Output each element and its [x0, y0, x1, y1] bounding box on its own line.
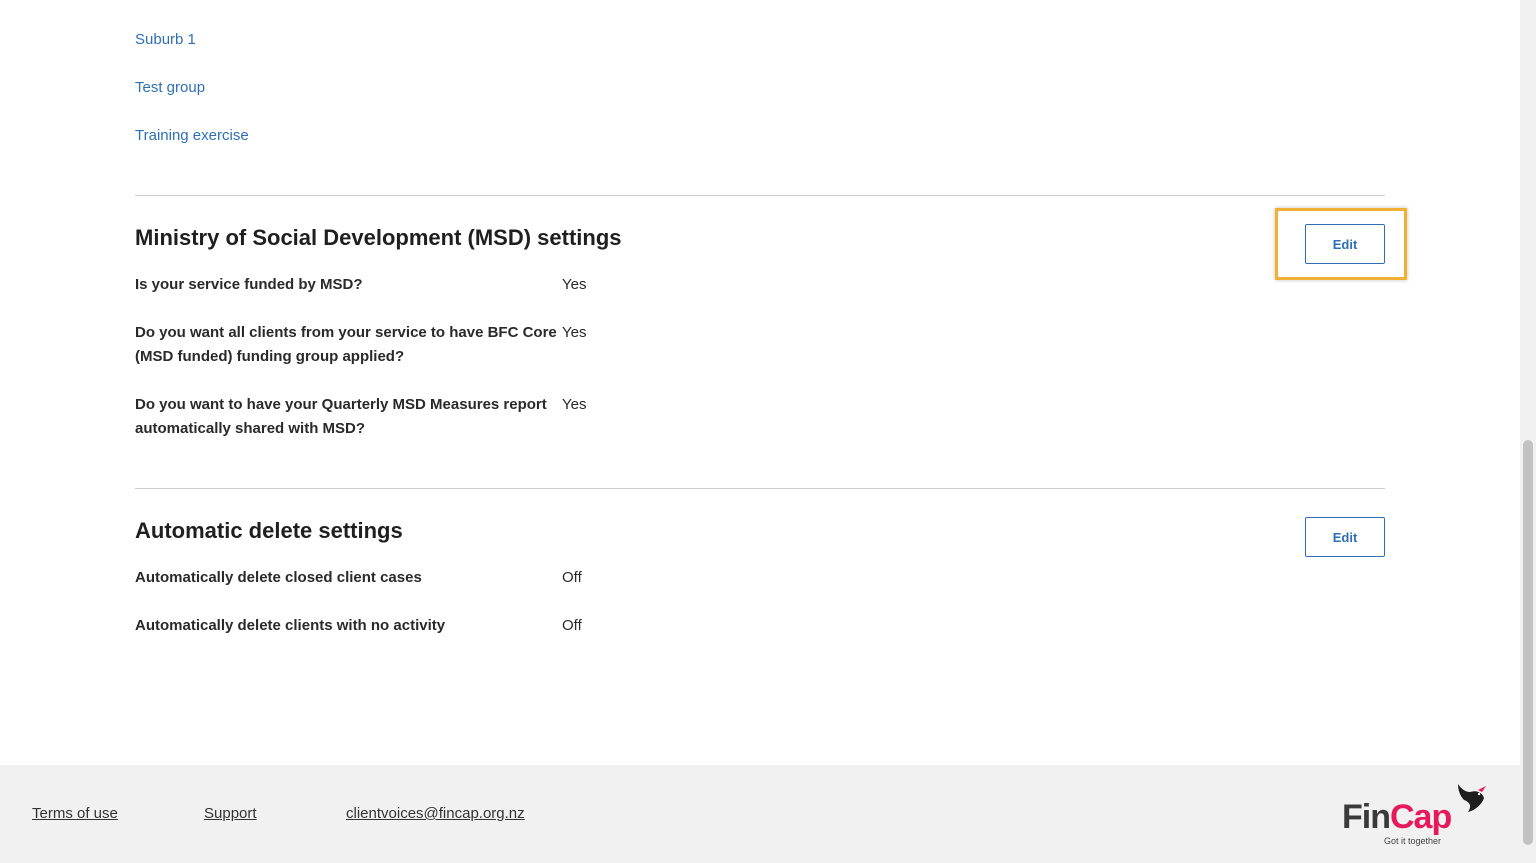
group-link-training-exercise[interactable]: Training exercise [135, 124, 249, 172]
auto-delete-settings-title: Automatic delete settings [135, 518, 403, 543]
terms-of-use-link[interactable]: Terms of use [32, 805, 118, 822]
msd-row-quarterly-report: Do you want to have your Quarterly MSD M… [135, 393, 655, 441]
bird-icon [1458, 784, 1486, 812]
group-links: Suburb 1 Test group Training exercise [135, 28, 249, 172]
msd-edit-button[interactable]: Edit [1305, 224, 1385, 264]
group-link-suburb-1[interactable]: Suburb 1 [135, 28, 249, 76]
msd-answer: Yes [562, 396, 587, 413]
msd-settings-title: Ministry of Social Development (MSD) set… [135, 225, 622, 250]
logo-fin: Fin [1342, 798, 1391, 836]
logo-cap: Cap [1389, 798, 1452, 836]
auto-delete-row-no-activity: Automatically delete clients with no act… [135, 614, 655, 638]
logo-wordmark: FinCap [1342, 798, 1452, 837]
section-divider [135, 488, 1385, 489]
settings-page: Suburb 1 Test group Training exercise Mi… [0, 0, 1520, 863]
fincap-logo[interactable]: FinCap Got it together [1340, 780, 1490, 850]
vertical-scrollbar[interactable] [1520, 0, 1536, 863]
msd-answer: Yes [562, 276, 587, 293]
section-divider [135, 195, 1385, 196]
auto-delete-edit-button[interactable]: Edit [1305, 517, 1385, 557]
group-link-test-group[interactable]: Test group [135, 76, 249, 124]
msd-question: Is your service funded by MSD? [135, 276, 363, 293]
msd-question: Do you want all clients from your servic… [135, 324, 557, 365]
msd-row-bfc-core: Do you want all clients from your servic… [135, 321, 655, 369]
auto-delete-answer: Off [562, 617, 582, 634]
support-link[interactable]: Support [204, 805, 257, 822]
msd-row-funded: Is your service funded by MSD? Yes [135, 273, 655, 297]
scrollbar-thumb[interactable] [1523, 440, 1533, 845]
auto-delete-row-closed-cases: Automatically delete closed client cases… [135, 566, 655, 590]
email-link[interactable]: clientvoices@fincap.org.nz [346, 805, 525, 822]
footer: Terms of use Support clientvoices@fincap… [0, 765, 1520, 863]
msd-question: Do you want to have your Quarterly MSD M… [135, 396, 547, 437]
msd-answer: Yes [562, 324, 587, 341]
auto-delete-answer: Off [562, 569, 582, 586]
logo-tagline: Got it together [1384, 836, 1442, 846]
auto-delete-question: Automatically delete clients with no act… [135, 617, 446, 634]
auto-delete-question: Automatically delete closed client cases [135, 569, 422, 586]
